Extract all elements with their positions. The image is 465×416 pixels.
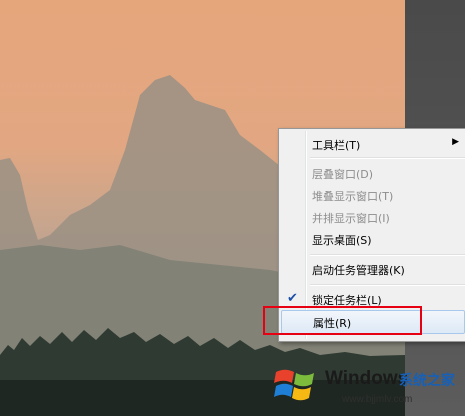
menu-item-side-by-side[interactable]: 并排显示窗口(I): [281, 206, 465, 228]
watermark-subtitle: 系统之家: [399, 373, 455, 389]
menu-item-label: 堆叠显示窗口(T): [312, 190, 394, 203]
menu-item-toolbars[interactable]: 工具栏(T) ▶: [281, 133, 465, 155]
menu-separator: [310, 284, 465, 286]
checkmark-icon: ✔: [287, 291, 298, 306]
watermark: Windows 系统之家 www.bjjmlv.com: [262, 356, 462, 412]
menu-item-label: 工具栏(T): [312, 139, 361, 152]
menu-separator: [310, 254, 465, 256]
menu-item-label: 启动任务管理器(K): [312, 264, 405, 277]
menu-item-stack-windows[interactable]: 堆叠显示窗口(T): [281, 184, 465, 206]
watermark-title: Windows: [325, 368, 409, 389]
menu-separator: [310, 157, 465, 159]
menu-item-show-desktop[interactable]: 显示桌面(S): [281, 228, 465, 250]
menu-item-cascade-windows[interactable]: 层叠窗口(D): [281, 162, 465, 184]
menu-item-label: 并排显示窗口(I): [312, 212, 390, 225]
windows-logo-icon: [274, 369, 314, 401]
menu-item-task-manager[interactable]: 启动任务管理器(K): [281, 258, 465, 280]
submenu-arrow-icon: ▶: [452, 137, 459, 147]
watermark-url: www.bjjmlv.com: [342, 394, 413, 405]
menu-item-label: 层叠窗口(D): [312, 168, 374, 181]
menu-item-label: 显示桌面(S): [312, 234, 372, 247]
annotation-highlight-box: [263, 306, 422, 335]
